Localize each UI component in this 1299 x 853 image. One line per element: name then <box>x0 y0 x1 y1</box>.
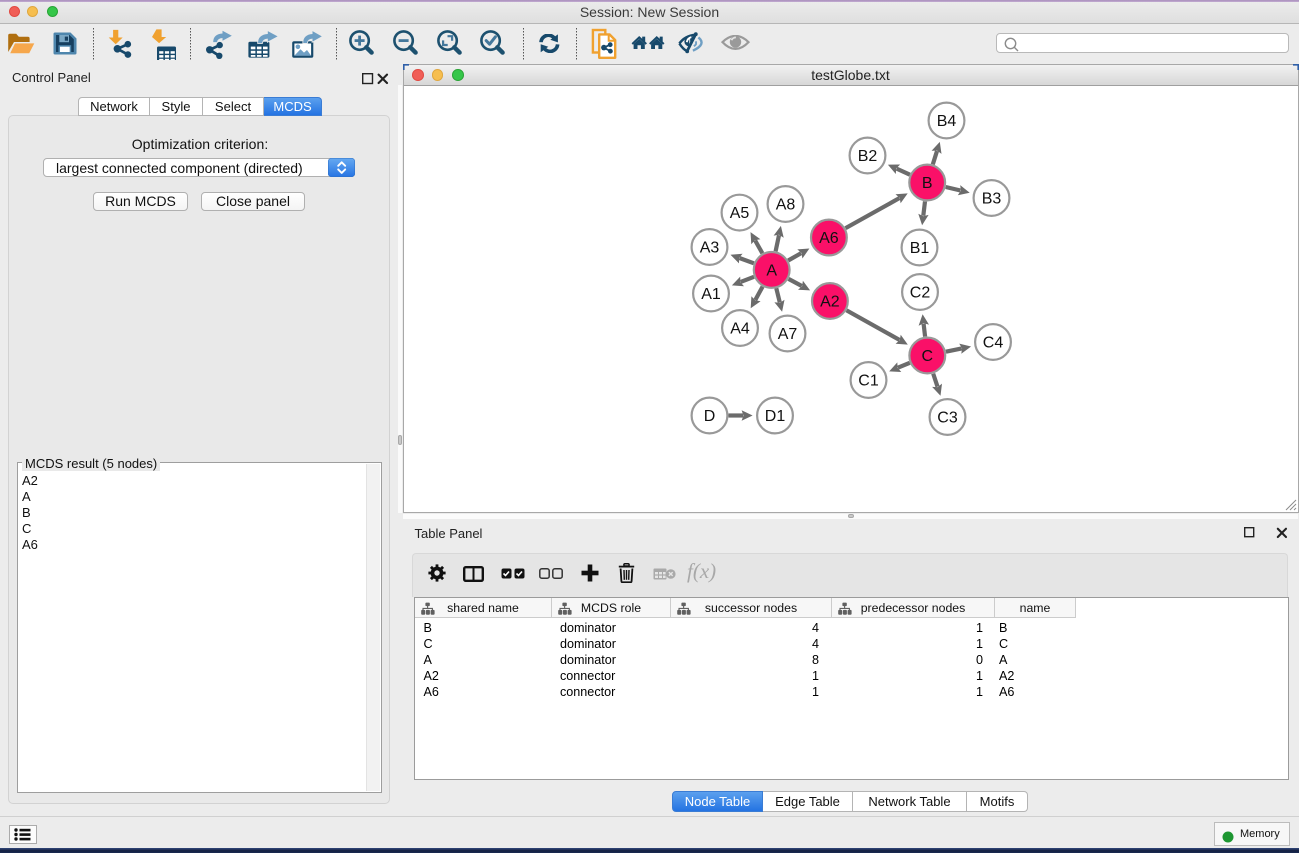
svg-text:A3: A3 <box>700 240 720 257</box>
svg-text:B3: B3 <box>982 191 1002 208</box>
svg-text:A7: A7 <box>778 326 798 343</box>
svg-text:C: C <box>922 348 934 365</box>
svg-text:C2: C2 <box>910 285 931 302</box>
svg-text:B: B <box>922 175 933 192</box>
svg-text:A6: A6 <box>819 230 839 247</box>
svg-text:B4: B4 <box>937 113 957 130</box>
svg-text:B2: B2 <box>858 148 878 165</box>
svg-text:A1: A1 <box>701 286 721 303</box>
svg-text:A5: A5 <box>730 205 750 222</box>
svg-text:C3: C3 <box>937 410 958 427</box>
svg-text:A4: A4 <box>730 321 750 338</box>
svg-text:D1: D1 <box>765 408 786 425</box>
svg-text:D: D <box>704 408 716 425</box>
svg-text:A: A <box>766 262 777 279</box>
svg-text:C4: C4 <box>983 335 1004 352</box>
svg-text:C1: C1 <box>858 373 879 390</box>
svg-text:B1: B1 <box>910 240 930 257</box>
svg-text:A2: A2 <box>820 294 840 311</box>
svg-text:A8: A8 <box>776 197 796 214</box>
